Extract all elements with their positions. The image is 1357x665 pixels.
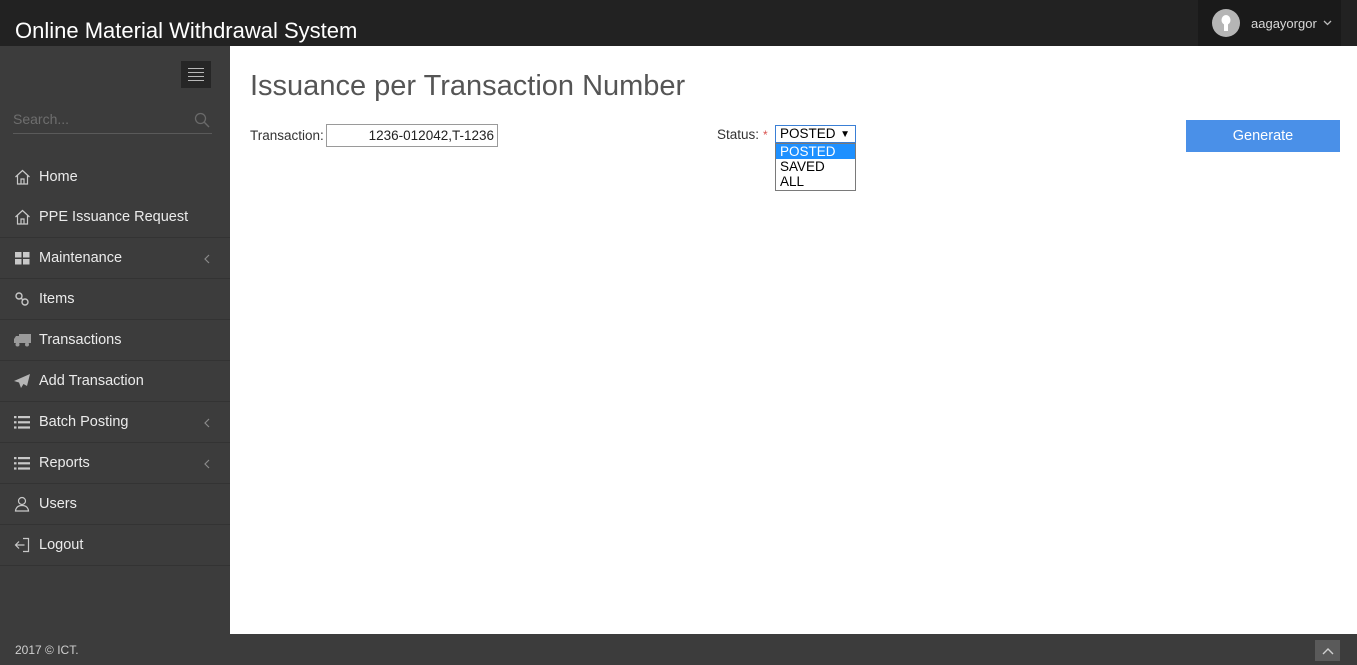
transaction-input[interactable] xyxy=(326,124,498,147)
status-option-posted[interactable]: POSTED xyxy=(776,144,855,159)
home-icon xyxy=(13,208,31,226)
sidebar-item-label: PPE Issuance Request xyxy=(39,209,189,225)
menu-icon-line xyxy=(188,80,204,81)
sidebar-item-items[interactable]: Items xyxy=(0,279,230,320)
chevron-left-icon xyxy=(204,252,210,268)
sidebar-toggle-button[interactable] xyxy=(181,61,211,88)
user-name: aagayorgor xyxy=(1251,15,1317,31)
user-avatar-icon xyxy=(1212,9,1240,37)
list-icon xyxy=(13,413,31,431)
truck-icon xyxy=(13,331,31,349)
status-option-saved[interactable]: SAVED xyxy=(776,159,855,174)
sidebar-item-transactions[interactable]: Transactions xyxy=(0,320,230,361)
menu-icon-line xyxy=(188,68,204,69)
chevron-left-icon xyxy=(204,416,210,432)
sidebar-item-label: Add Transaction xyxy=(39,373,144,389)
status-options-list: POSTED SAVED ALL xyxy=(775,143,856,191)
sidebar-item-home[interactable]: Home xyxy=(0,156,230,197)
paper-plane-icon xyxy=(13,372,31,390)
generate-button[interactable]: Generate xyxy=(1186,120,1340,152)
chevron-down-icon xyxy=(1323,18,1332,29)
sidebar-item-label: Logout xyxy=(39,537,84,553)
transaction-label: Transaction: xyxy=(250,128,324,143)
status-option-all[interactable]: ALL xyxy=(776,174,855,189)
home-icon xyxy=(13,168,31,186)
sidebar: Home PPE Issuance Request Maintenance It… xyxy=(0,46,230,634)
top-bar: Online Material Withdrawal System aagayo… xyxy=(0,0,1357,46)
page-title: Issuance per Transaction Number xyxy=(250,70,686,102)
sidebar-item-maintenance[interactable]: Maintenance xyxy=(0,238,230,279)
main-content: Issuance per Transaction Number Transact… xyxy=(230,46,1357,634)
app-title: Online Material Withdrawal System xyxy=(15,18,358,43)
footer-text: 2017 © ICT. xyxy=(15,643,79,657)
sidebar-item-reports[interactable]: Reports xyxy=(0,443,230,484)
sidebar-item-add-transaction[interactable]: Add Transaction xyxy=(0,361,230,402)
sidebar-item-label: Transactions xyxy=(39,332,122,348)
sidebar-search xyxy=(13,106,212,134)
sidebar-item-users[interactable]: Users xyxy=(0,484,230,525)
menu-icon-line xyxy=(188,72,204,73)
link-icon xyxy=(13,290,31,308)
sidebar-item-label: Maintenance xyxy=(39,250,123,266)
logout-icon xyxy=(13,536,31,554)
sidebar-item-label: Users xyxy=(39,496,77,512)
sidebar-item-ppe-issuance-request[interactable]: PPE Issuance Request xyxy=(0,197,230,238)
list-icon xyxy=(13,454,31,472)
dropdown-arrow-icon: ▼ xyxy=(840,129,850,140)
status-label: Status: * xyxy=(717,127,768,142)
sidebar-item-label: Home xyxy=(39,168,78,185)
sidebar-item-batch-posting[interactable]: Batch Posting xyxy=(0,402,230,443)
grid-icon xyxy=(13,249,31,267)
footer: 2017 © ICT. xyxy=(0,634,1357,665)
menu-icon-line xyxy=(188,76,204,77)
user-menu[interactable]: aagayorgor xyxy=(1198,0,1341,46)
sidebar-item-label: Batch Posting xyxy=(39,414,129,430)
sidebar-item-logout[interactable]: Logout xyxy=(0,525,230,566)
status-selected-value: POSTED xyxy=(780,126,836,141)
search-icon[interactable] xyxy=(194,112,210,133)
search-input[interactable] xyxy=(13,106,188,132)
sidebar-item-label: Items xyxy=(39,291,75,307)
status-label-text: Status: xyxy=(717,127,760,142)
sidebar-item-label: Reports xyxy=(39,455,90,471)
status-select[interactable]: POSTED ▼ xyxy=(775,125,856,143)
required-mark: * xyxy=(763,128,768,142)
scroll-to-top-button[interactable] xyxy=(1315,640,1340,661)
users-icon xyxy=(13,495,31,513)
sidebar-nav: Home PPE Issuance Request Maintenance It… xyxy=(0,156,230,566)
chevron-left-icon xyxy=(204,457,210,473)
chevron-up-icon xyxy=(1322,642,1334,660)
